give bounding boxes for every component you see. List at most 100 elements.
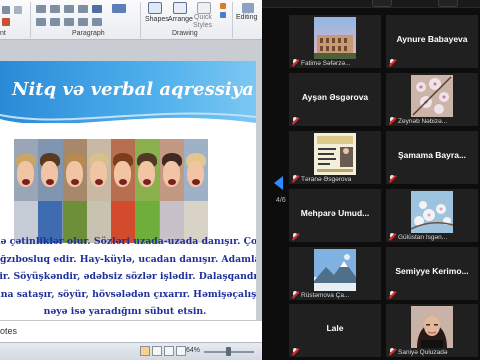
font-group-label: nt: [0, 30, 6, 37]
mic-muted-icon: [291, 291, 300, 299]
align-left-icon[interactable]: [36, 18, 46, 26]
shape-outline-icon[interactable]: [220, 12, 226, 18]
status-bar: 64%: [0, 342, 262, 360]
participant-name-label: Saniyə Quluzadə: [398, 349, 448, 356]
participant-avatar: [411, 191, 453, 233]
participant-name-label: Rüstəmova Ça...: [301, 292, 350, 299]
arrange-button[interactable]: Arrange: [168, 16, 193, 23]
participant-avatar: [411, 306, 453, 348]
numbering-icon[interactable]: [50, 5, 60, 13]
children-photo-strip: [14, 139, 208, 243]
mic-muted-icon: [291, 233, 300, 241]
participant-avatar: [314, 133, 356, 175]
mic-muted-icon: [291, 59, 300, 67]
child-photo: [38, 139, 63, 243]
decrease-indent-icon[interactable]: [64, 5, 74, 13]
columns-icon[interactable]: [92, 18, 102, 26]
participants-gallery: 4/6 Fatimə Səfərzə... Aynure Babayeva Ayşə…: [262, 0, 480, 360]
slide-text-line: nəyə isə yaradığını sübut etsin.: [43, 306, 207, 317]
align-right-icon[interactable]: [64, 18, 74, 26]
convert-smartart-icon[interactable]: [112, 4, 126, 13]
child-photo: [159, 139, 184, 243]
ribbon: nt Paragraph Shapes Arrange Quick Styles: [0, 0, 262, 40]
participant-name-label: Gülüstan İsgən...: [398, 234, 448, 241]
paragraph-group-label: Paragraph: [72, 30, 105, 37]
participant-tile[interactable]: Şamama Bayra...: [386, 131, 478, 184]
shapes-icon[interactable]: [148, 2, 162, 14]
participant-name: Semiyye Kerimo...: [395, 266, 469, 276]
participant-name-label: Zeynəb Nəbizə...: [398, 118, 448, 125]
page-indicator: 4/6: [276, 197, 286, 204]
editing-button[interactable]: Editing: [236, 14, 257, 21]
bullets-icon[interactable]: [36, 5, 46, 13]
participant-name: Ayşən Əsgərova: [301, 92, 369, 102]
participant-avatar: [411, 75, 453, 117]
participant-name-label: Təranə Əsgərova: [301, 176, 352, 183]
participant-avatar: [314, 249, 356, 291]
mic-muted-icon: [388, 291, 397, 299]
slide-text-line: də çətinliklər olur. Sözləri uzada-uzada…: [0, 236, 256, 247]
drawing-group-label: Drawing: [172, 30, 198, 37]
participant-name-label: Fatimə Səfərzə...: [301, 60, 351, 67]
quick-styles-icon[interactable]: [197, 2, 211, 14]
ribbon-separator: [140, 2, 141, 38]
zoom-slider-thumb[interactable]: [226, 347, 231, 356]
align-center-icon[interactable]: [50, 18, 60, 26]
zoom-level[interactable]: 64%: [186, 347, 200, 354]
gallery-toggle-button[interactable]: [372, 0, 392, 7]
participant-name: Şamama Bayra...: [397, 150, 467, 160]
notes-pane[interactable]: otes: [0, 320, 262, 342]
child-photo: [62, 139, 87, 243]
notes-placeholder: otes: [0, 326, 18, 336]
normal-view-button[interactable]: [140, 346, 150, 356]
ribbon-separator: [232, 2, 233, 38]
slide-sorter-button[interactable]: [152, 346, 162, 356]
arrange-icon[interactable]: [173, 2, 187, 14]
view-options-button[interactable]: [438, 0, 458, 7]
slide-editing-area: Nitq və verbal aqressiya də çətinliklər …: [0, 40, 262, 333]
participant-name: Aynure Babayeva: [396, 34, 468, 44]
participant-tile[interactable]: Lale: [289, 304, 381, 357]
ribbon-separator: [30, 2, 31, 38]
participant-tile[interactable]: Aynure Babayeva: [386, 15, 478, 68]
participant-tile[interactable]: Saniyə Quluzadə: [386, 304, 478, 357]
shapes-button[interactable]: Shapes: [145, 16, 169, 23]
mic-muted-icon: [291, 117, 300, 125]
quick-styles-button-line2[interactable]: Styles: [193, 22, 212, 29]
justify-icon[interactable]: [78, 18, 88, 26]
slide[interactable]: Nitq və verbal aqressiya də çətinliklər …: [0, 61, 256, 333]
chevron-left-icon[interactable]: [274, 176, 283, 190]
slide-text-line: yir. Söyüşkəndir, ədəbsiz sözlər işlədir…: [0, 271, 256, 282]
slideshow-button[interactable]: [176, 346, 186, 356]
participant-avatar: [314, 17, 356, 59]
child-photo: [183, 139, 208, 243]
participant-name: Lale: [326, 323, 344, 333]
child-photo: [135, 139, 160, 243]
reading-view-button[interactable]: [164, 346, 174, 356]
participant-tile[interactable]: Gülüstan İsgən...: [386, 189, 478, 242]
participant-tile[interactable]: Zeynəb Nəbizə...: [386, 73, 478, 126]
screen: nt Paragraph Shapes Arrange Quick Styles: [0, 0, 480, 360]
text-direction-icon[interactable]: [92, 5, 102, 13]
font-size-icon[interactable]: [14, 6, 22, 14]
slide-text-line: üna sataşır, söyür, hövsələdən çıxarır. …: [0, 288, 256, 300]
slide-text-line: ağzıbosluq edir. Hay-küylə, ucadan danış…: [0, 253, 256, 265]
font-color-icon[interactable]: [2, 6, 10, 14]
participant-tile[interactable]: Fatimə Səfərzə...: [289, 15, 381, 68]
child-photo: [86, 139, 111, 243]
mic-muted-icon: [388, 348, 397, 356]
mic-muted-icon: [291, 175, 300, 183]
participant-tile[interactable]: Ayşən Əsgərova: [289, 73, 381, 126]
highlight-icon[interactable]: [2, 18, 10, 26]
increase-indent-icon[interactable]: [78, 5, 88, 13]
participant-tile[interactable]: Təranə Əsgərova: [289, 131, 381, 184]
mic-muted-icon: [388, 233, 397, 241]
child-photo: [111, 139, 136, 243]
participant-tile[interactable]: Mehparə Umud...: [289, 189, 381, 242]
mic-muted-icon: [388, 59, 397, 67]
participant-tile[interactable]: Semiyye Kerimo...: [386, 247, 478, 300]
quick-styles-button-line1[interactable]: Quick: [194, 14, 212, 21]
participant-tile[interactable]: Rüstəmova Ça...: [289, 247, 381, 300]
shape-fill-icon[interactable]: [220, 3, 226, 9]
find-icon[interactable]: [242, 3, 254, 13]
